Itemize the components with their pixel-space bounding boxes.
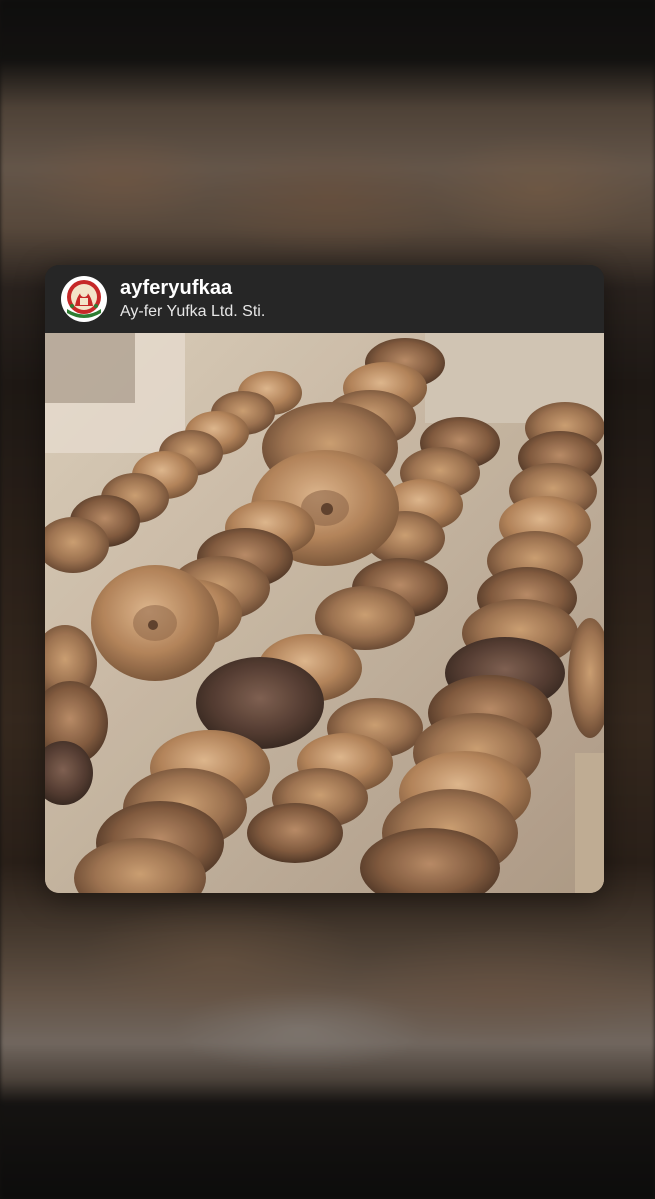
dried-figs-image — [45, 333, 604, 893]
avatar[interactable] — [61, 276, 107, 322]
display-name: Ay-fer Yufka Ltd. Sti. — [120, 303, 266, 320]
post-photo[interactable] — [45, 333, 604, 893]
username[interactable]: ayferyufkaa — [120, 277, 232, 300]
account-sticker-card[interactable]: ayferyufkaa Ay-fer Yufka Ltd. Sti. — [45, 265, 604, 893]
bakery-logo-icon — [62, 277, 106, 321]
sticker-header[interactable]: ayferyufkaa Ay-fer Yufka Ltd. Sti. — [45, 265, 604, 333]
